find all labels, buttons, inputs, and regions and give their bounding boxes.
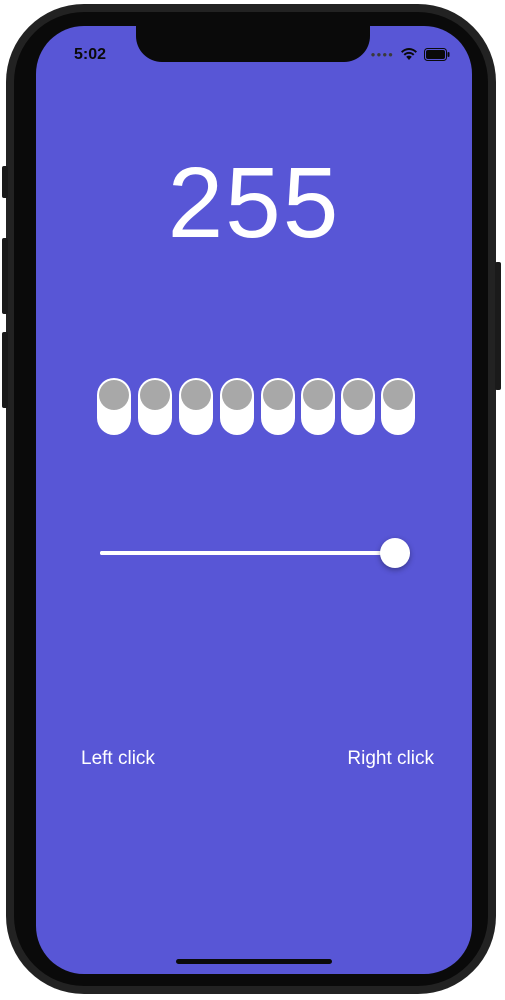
bit-toggle-7[interactable] bbox=[97, 378, 131, 435]
toggle-knob bbox=[99, 380, 129, 410]
right-click-button[interactable]: Right click bbox=[347, 748, 434, 770]
notch bbox=[136, 26, 370, 62]
toggle-knob bbox=[222, 380, 252, 410]
bit-toggle-2[interactable] bbox=[301, 378, 335, 435]
signal-dots-icon: ●●●● bbox=[370, 49, 394, 59]
toggle-knob bbox=[263, 380, 293, 410]
volume-up-button bbox=[2, 238, 8, 314]
app-screen: 5:02 ●●●● 255 Left click Right click bbox=[36, 26, 472, 974]
bit-toggle-4[interactable] bbox=[220, 378, 254, 435]
toggle-knob bbox=[303, 380, 333, 410]
slider-thumb[interactable] bbox=[380, 538, 410, 568]
value-slider[interactable] bbox=[100, 536, 410, 570]
bit-toggle-row bbox=[97, 378, 415, 436]
slider-fill bbox=[100, 551, 395, 555]
home-indicator bbox=[176, 959, 332, 964]
bit-toggle-1[interactable] bbox=[341, 378, 375, 435]
bit-toggle-5[interactable] bbox=[179, 378, 213, 435]
toggle-knob bbox=[140, 380, 170, 410]
battery-icon bbox=[424, 47, 450, 61]
bit-toggle-6[interactable] bbox=[138, 378, 172, 435]
counter-value: 255 bbox=[167, 147, 341, 259]
toggle-knob bbox=[181, 380, 211, 410]
toggle-knob bbox=[343, 380, 373, 410]
volume-down-button bbox=[2, 332, 8, 408]
mute-switch bbox=[2, 166, 8, 198]
status-icons: ●●●● bbox=[371, 46, 450, 62]
left-click-button[interactable]: Left click bbox=[81, 748, 155, 770]
status-time: 5:02 bbox=[74, 46, 107, 63]
bit-toggle-3[interactable] bbox=[261, 378, 295, 435]
wifi-icon bbox=[401, 48, 417, 60]
bit-toggle-0[interactable] bbox=[381, 378, 415, 435]
toggle-knob bbox=[383, 380, 413, 410]
power-button bbox=[495, 262, 501, 390]
